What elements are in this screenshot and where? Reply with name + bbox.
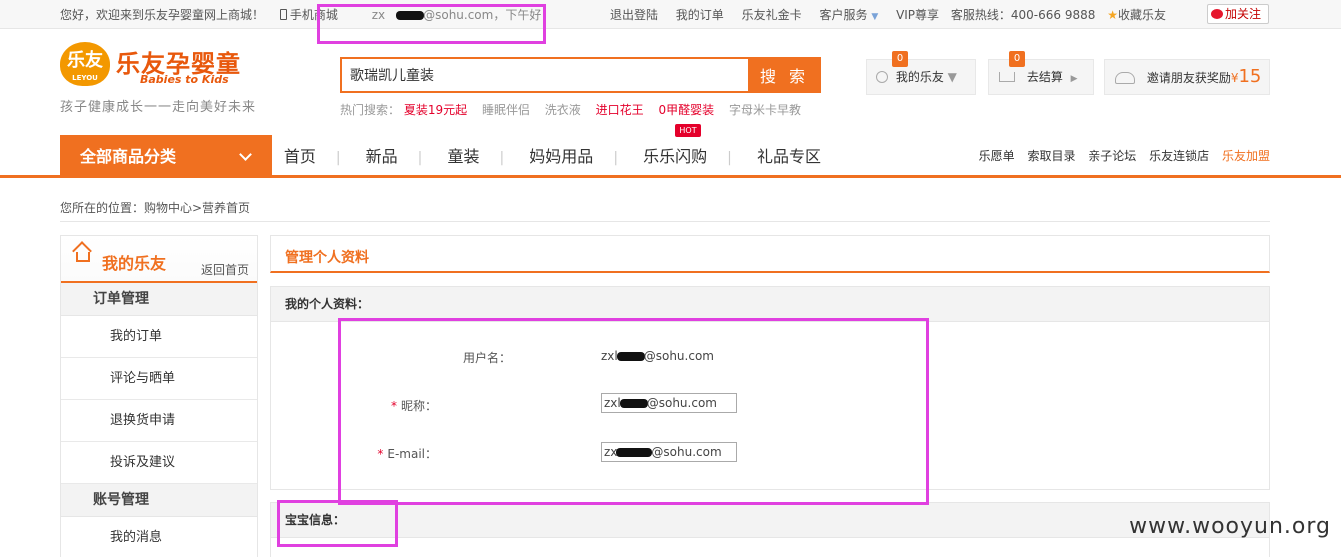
hot-search: 热门搜索： 夏装19元起 睡眠伴侣 洗衣液 进口花王 0甲醛婴装 字母米卡早教	[340, 101, 812, 118]
weibo-icon	[1211, 9, 1223, 19]
hot-search-item[interactable]: 洗衣液	[545, 103, 581, 117]
user-icon	[876, 71, 888, 83]
caret-down-icon: ▼	[947, 70, 957, 84]
forum-link[interactable]: 亲子论坛	[1088, 149, 1136, 163]
hot-badge: HOT	[675, 124, 701, 137]
logo-small-text: LEYOU	[72, 74, 98, 82]
stores-link[interactable]: 乐友连锁店	[1149, 149, 1209, 163]
nav-item-home[interactable]: 首页	[284, 147, 316, 166]
brand-english: Babies to Kids	[140, 73, 229, 86]
highlight-box-baby-info	[277, 500, 398, 547]
nav-links: 乐愿单 索取目录 亲子论坛 乐友连锁店 乐友加盟	[970, 135, 1270, 178]
breadcrumb: 您所在的位置：购物中心>营养首页	[60, 201, 251, 215]
hot-search-item[interactable]: 进口花王	[596, 103, 644, 117]
logo[interactable]: 乐友 LEYOU	[60, 42, 110, 86]
hotline-text: 客服热线：400-666 9888	[950, 8, 1096, 22]
sidebar-item-reviews[interactable]: 评论与晒单	[61, 358, 257, 400]
highlight-box-profile	[338, 318, 929, 505]
phone-icon	[279, 9, 287, 20]
logo-text: 乐友	[67, 50, 103, 71]
invite-label: 邀请朋友获奖励	[1146, 71, 1231, 85]
nav-item-mom-supplies[interactable]: 妈妈用品	[529, 147, 593, 166]
nav-item-new[interactable]: 新品	[366, 147, 398, 166]
cart-badge: 0	[1009, 51, 1025, 67]
nav-separator: |	[335, 150, 341, 166]
nav-separator: |	[417, 150, 423, 166]
all-categories-label: 全部商品分类	[80, 147, 177, 166]
franchise-link[interactable]: 乐友加盟	[1222, 149, 1270, 163]
cart-icon	[999, 72, 1015, 82]
nav-separator: |	[727, 150, 732, 166]
invite-amount: 15	[1238, 66, 1262, 87]
sidebar-item-returns[interactable]: 退换货申请	[61, 400, 257, 442]
page-title: 管理个人资料	[285, 250, 369, 266]
customer-service-label: 客户服务	[819, 8, 868, 22]
sidebar-header: 我的乐友 返回首页	[61, 236, 257, 283]
checkout-label: 去结算	[1026, 70, 1063, 84]
baby-info-section: 宝宝信息：	[270, 502, 1270, 557]
favorite-link[interactable]: ★收藏乐友	[1107, 8, 1166, 22]
follow-label: 加关注	[1225, 7, 1262, 21]
friends-icon	[1115, 72, 1135, 84]
hot-search-label: 热门搜索：	[340, 103, 401, 117]
my-leyou-label: 我的乐友	[895, 70, 944, 84]
invite-friends-button[interactable]: 邀请朋友获奖励¥15	[1104, 59, 1270, 95]
nav-menu: | 首页| 新品| 童装| 妈妈用品| 乐乐闪购| 礼品专区	[272, 135, 821, 178]
top-bar: 您好，欢迎来到乐友孕婴童网上商城！ 手机商城 zx @sohu.com，下午好！ …	[0, 0, 1341, 29]
chevron-right-icon: ▶	[1070, 74, 1078, 84]
home-icon	[76, 252, 90, 262]
hot-search-item[interactable]: 0甲醛婴装	[658, 103, 714, 117]
sidebar-item-my-orders[interactable]: 我的订单	[61, 316, 257, 358]
main-nav: 全部商品分类 | 首页| 新品| 童装| 妈妈用品| 乐乐闪购| 礼品专区 乐愿…	[0, 135, 1341, 178]
sidebar-item-messages[interactable]: 我的消息	[61, 517, 257, 557]
gift-card-link[interactable]: 乐友礼金卡	[742, 8, 802, 22]
checkout-button[interactable]: 0 去结算 ▶	[988, 51, 1094, 95]
sidebar-item-complaints[interactable]: 投诉及建议	[61, 442, 257, 484]
caret-down-icon: ▼	[871, 12, 879, 22]
follow-weibo-button[interactable]: 加关注	[1207, 4, 1269, 24]
top-bar-right: 退出登陆 我的订单 乐友礼金卡 客户服务 ▼ VIP尊享 客服热线：400-66…	[596, 6, 1166, 23]
sidebar-title: 我的乐友	[102, 254, 167, 273]
nav-item-flash-sale[interactable]: 乐乐闪购	[643, 147, 707, 166]
nav-item-kids-clothing[interactable]: 童装	[447, 147, 479, 166]
chevron-down-icon	[239, 148, 252, 161]
baby-info-section-title: 宝宝信息：	[271, 503, 1269, 538]
breadcrumb-divider	[60, 221, 1270, 222]
my-leyou-button[interactable]: 0 我的乐友 ▼	[866, 51, 976, 95]
sidebar: 我的乐友 返回首页 订单管理 我的订单 评论与晒单 退换货申请 投诉及建议 账号…	[60, 235, 258, 557]
wishlist-link[interactable]: 乐愿单	[979, 149, 1015, 163]
vip-link[interactable]: VIP尊享	[896, 8, 939, 22]
watermark: www.wooyun.org	[1129, 514, 1331, 539]
slogan: 孩子健康成长一一走向美好未来	[60, 100, 257, 115]
star-icon: ★	[1107, 8, 1118, 22]
my-leyou-badge: 0	[892, 51, 908, 67]
main-header: 管理个人资料	[270, 235, 1270, 273]
highlight-box-topbar-email	[317, 4, 546, 44]
nav-item-gifts[interactable]: 礼品专区	[757, 147, 821, 166]
sidebar-group-account: 账号管理	[61, 484, 257, 517]
logout-link[interactable]: 退出登陆	[610, 8, 658, 22]
back-home-link[interactable]: 返回首页	[201, 261, 249, 278]
customer-service-link[interactable]: 客户服务 ▼	[819, 8, 878, 22]
nav-separator: |	[499, 150, 505, 166]
hot-search-item[interactable]: 夏装19元起	[404, 103, 467, 117]
sidebar-group-orders: 订单管理	[61, 283, 257, 316]
catalog-link[interactable]: 索取目录	[1027, 149, 1075, 163]
favorite-label: 收藏乐友	[1117, 8, 1166, 22]
profile-section-title: 我的个人资料：	[271, 287, 1269, 322]
search-button[interactable]: 搜 索	[748, 57, 821, 93]
my-orders-link[interactable]: 我的订单	[676, 8, 724, 22]
search-input[interactable]	[340, 57, 748, 93]
all-categories-button[interactable]: 全部商品分类	[60, 135, 272, 178]
greeting-text: 您好，欢迎来到乐友孕婴童网上商城！	[60, 8, 265, 22]
hot-search-item[interactable]: 睡眠伴侣	[482, 103, 530, 117]
hot-search-item[interactable]: 字母米卡早教	[729, 103, 801, 117]
nav-separator: |	[613, 150, 619, 166]
